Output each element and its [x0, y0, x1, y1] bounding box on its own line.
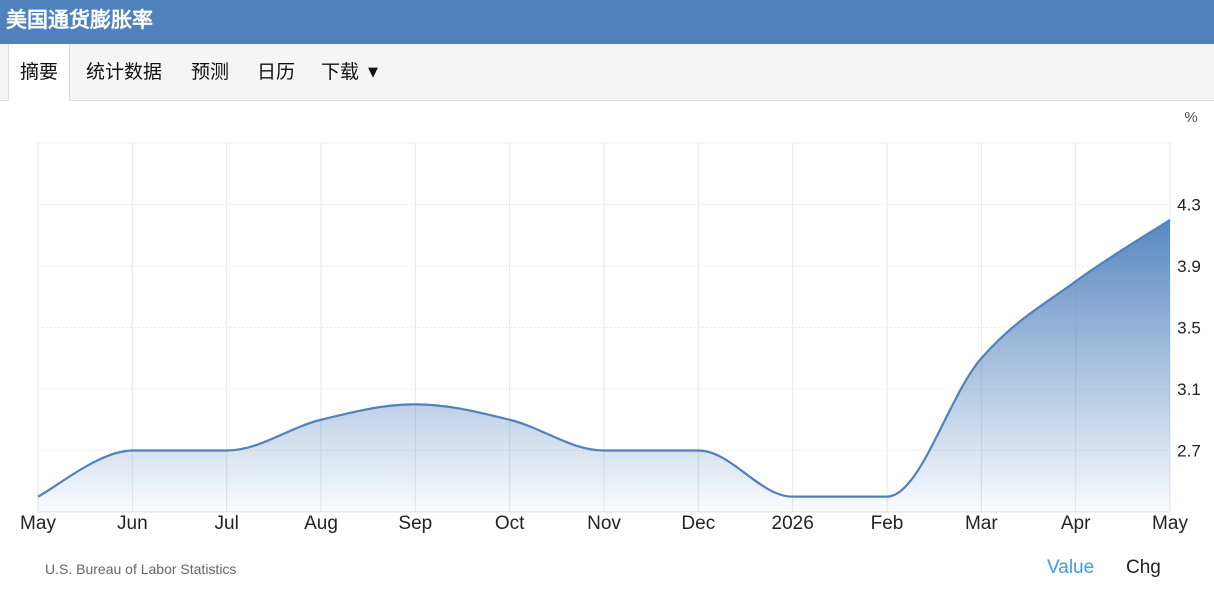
x-tick-label: 2026 — [772, 513, 814, 534]
y-tick-label: 3.5 — [1177, 319, 1201, 338]
chart-area: May Jun Jul Aug Sep Oct Nov Dec 2026 Feb Mar Apr May… — [0, 101, 1214, 610]
caret-down-icon: ▼ — [368, 65, 379, 80]
x-tick-label: Dec — [681, 513, 715, 534]
source-label: U.S. Bureau of Labor Statistics — [45, 561, 237, 577]
x-tick-label: Jul — [215, 513, 239, 534]
x-tick-label: Jun — [117, 513, 148, 534]
inflation-chart: May Jun Jul Aug Sep Oct Nov Dec 2026 Feb Mar Apr May… — [20, 109, 1201, 534]
tab-calendar[interactable]: 日历 — [257, 44, 295, 100]
x-tick-label: Nov — [587, 513, 621, 534]
tab-forecast[interactable]: 预测 — [191, 44, 229, 100]
x-tick-label: Apr — [1061, 513, 1091, 534]
value-toggle-link[interactable]: Value — [1047, 557, 1094, 579]
tab-bar: 摘要 统计数据 预测 日历 下载 ▼ — [0, 44, 1214, 101]
title-bar: 美国通货膨胀率 — [0, 0, 1214, 44]
x-tick-label: Feb — [871, 513, 904, 534]
tab-summary[interactable]: 摘要 — [8, 44, 71, 101]
tab-statistics[interactable]: 统计数据 — [86, 44, 162, 100]
x-tick-label: Mar — [965, 513, 998, 534]
y-tick-label: 2.7 — [1177, 442, 1201, 461]
y-tick-label: 3.9 — [1177, 257, 1201, 276]
x-tick-label: Oct — [495, 513, 525, 534]
x-tick-label: May — [20, 513, 56, 534]
y-unit-label: % — [1184, 109, 1197, 126]
x-tick-label: Aug — [304, 513, 338, 534]
y-tick-label: 4.3 — [1177, 196, 1201, 215]
page-title: 美国通货膨胀率 — [6, 8, 153, 32]
y-tick-label: 3.1 — [1177, 380, 1201, 399]
x-tick-label: Sep — [398, 513, 432, 534]
chg-toggle-link[interactable]: Chg — [1126, 557, 1161, 579]
tab-download-label: 下载 — [321, 61, 360, 83]
x-tick-label: May — [1152, 513, 1188, 534]
tab-download[interactable]: 下载 ▼ — [321, 44, 378, 100]
